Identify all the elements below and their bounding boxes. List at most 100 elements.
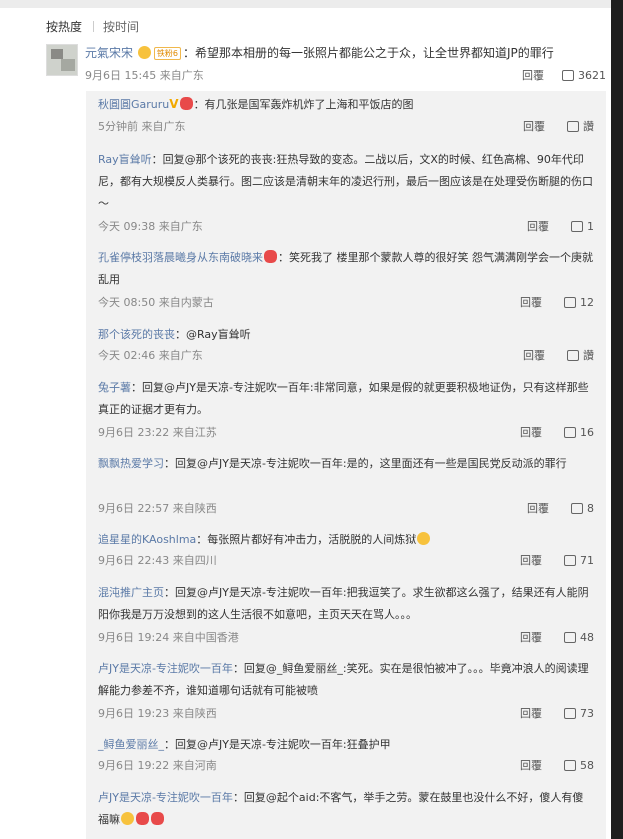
- comment-page: 按热度 按时间 元氣宋宋 铁粉6 ：希望那本相册的每一张照片都能公之于众，让全世界都…: [0, 0, 611, 839]
- reply-meta: 9月6日 23:22 来自江苏: [98, 426, 217, 439]
- reply-button[interactable]: 回覆: [527, 220, 549, 233]
- reply-button[interactable]: 回覆: [520, 296, 542, 309]
- reply-actions: 回覆 73: [520, 703, 594, 725]
- reply-meta: 9月6日 22:57 来自陕西: [98, 502, 217, 515]
- reply-actions: 回覆 48: [520, 627, 594, 649]
- avatar[interactable]: [46, 44, 78, 76]
- rose-icon: [136, 812, 149, 825]
- like-count[interactable]: 讚: [583, 120, 594, 133]
- list-item: 兔子薯：回复@卢JY是天凉-专注妮吹一百年:非常同意，如果是假的就更要积极地证伪…: [98, 377, 594, 439]
- like-count[interactable]: 48: [580, 631, 594, 644]
- reply-button[interactable]: 回覆: [523, 349, 545, 362]
- username[interactable]: 飘飘热爱学习: [98, 457, 164, 470]
- username[interactable]: 元氣宋宋: [85, 46, 133, 60]
- list-item: 那个该死的丧丧：@Ray盲耸听 今天 02:46 来自广东 回覆 讚: [98, 324, 594, 362]
- comment-text: 元氣宋宋 铁粉6 ：希望那本相册的每一张照片都能公之于众，让全世界都知道JP的罪行: [85, 45, 605, 61]
- reply-button[interactable]: 回覆: [523, 120, 545, 133]
- reply-meta: 今天 02:46 来自广东: [98, 349, 203, 362]
- username[interactable]: 追星星的KAoshlma: [98, 533, 196, 546]
- username[interactable]: 兔子薯: [98, 381, 131, 394]
- top-comment: 元氣宋宋 铁粉6 ：希望那本相册的每一张照片都能公之于众，让全世界都知道JP的罪行…: [46, 44, 606, 84]
- reply-meta: 9月6日 19:24 来自中国香港: [98, 631, 239, 644]
- reply-text: ：回复@卢JY是天凉-专注妮吹一百年:狂叠护甲: [164, 738, 391, 751]
- username[interactable]: 那个该死的丧丧: [98, 328, 175, 341]
- like-icon[interactable]: [567, 350, 579, 361]
- sort-divider: [93, 21, 95, 32]
- username[interactable]: 秋圓圓Garuru: [98, 98, 169, 111]
- reply-button[interactable]: 回覆: [520, 631, 542, 644]
- reply-meta: 9月6日 22:43 来自四川: [98, 554, 217, 567]
- username[interactable]: 卢JY是天凉-专注妮吹一百年: [98, 791, 233, 804]
- like-icon[interactable]: [571, 503, 583, 514]
- list-item: _鲟鱼爱丽丝_：回复@卢JY是天凉-专注妮吹一百年:狂叠护甲 9月6日 19:2…: [98, 734, 594, 772]
- list-item: 追星星的KAoshlma：每张照片都好有冲击力，活脱脱的人间炼狱 9月6日 22…: [98, 529, 594, 567]
- list-item: 秋圓圓GaruruV ：有几张是国军轰炸机炸了上海和平饭店的图 5分钟前 来自广东…: [98, 93, 594, 133]
- list-item: 孔雀停枝羽落晨曦身从东南破晓来 ：笑死我了 楼里那个蒙款人尊的很好笑 怨气满满刚学…: [98, 247, 594, 309]
- reply-actions: 回覆 16: [520, 422, 594, 444]
- like-icon[interactable]: [567, 121, 579, 132]
- reply-button[interactable]: 回覆: [520, 426, 542, 439]
- list-item: 混沌推广主页：回复@卢JY是天凉-专注妮吹一百年:把我逗笑了。求生欲都这么强了，…: [98, 582, 594, 644]
- like-count[interactable]: 73: [580, 707, 594, 720]
- list-item: 卢JY是天凉-专注妮吹一百年：回复@_鲟鱼爱丽丝_:笑死。实在是很怕被冲了。。。…: [98, 658, 594, 720]
- username[interactable]: Ray盲耸听: [98, 153, 152, 166]
- reply-actions: 回覆 12: [520, 292, 594, 314]
- username[interactable]: 卢JY是天凉-专注妮吹一百年: [98, 662, 233, 675]
- reply-meta: 5分钟前 来自广东: [98, 120, 186, 133]
- reply-actions: 回覆 讚: [523, 116, 594, 138]
- reply-text: ：回复@卢JY是天凉-专注妮吹一百年:把我逗笑了。求生欲都这么强了，结果还有人能…: [98, 586, 589, 621]
- fan-badge-icon: [137, 46, 151, 59]
- reply-text: ：有几张是国军轰炸机炸了上海和平饭店的图: [193, 98, 414, 111]
- reply-text: ：回复@那个该死的丧丧:狂热导致的变态。二战以后，文X的时候、红色高棉、90年代…: [98, 153, 593, 210]
- reply-actions: 回覆 讚: [523, 345, 594, 367]
- like-icon[interactable]: [571, 221, 583, 232]
- badge-icon: [179, 97, 193, 110]
- reply-actions: 回覆 1: [527, 216, 594, 238]
- emoji-icon: [121, 812, 134, 825]
- reply-button[interactable]: 回覆: [520, 707, 542, 720]
- sort-by-hot[interactable]: 按热度: [46, 20, 82, 34]
- reply-actions: 回覆 71: [520, 550, 594, 572]
- sort-bar: 按热度 按时间: [46, 18, 139, 35]
- fan-badge: 铁粉6: [153, 47, 181, 60]
- like-count[interactable]: 71: [580, 554, 594, 567]
- comment-meta: 9月6日 15:45 来自广东: [85, 69, 204, 82]
- reply-meta: 9月6日 19:23 来自陕西: [98, 707, 217, 720]
- like-count[interactable]: 58: [580, 759, 594, 772]
- like-count[interactable]: 12: [580, 296, 594, 309]
- username[interactable]: 混沌推广主页: [98, 586, 164, 599]
- like-icon[interactable]: [564, 760, 576, 771]
- reply-button[interactable]: 回覆: [520, 759, 542, 772]
- like-count[interactable]: 8: [587, 502, 594, 515]
- like-icon[interactable]: [564, 555, 576, 566]
- reply-meta: 9月6日 19:22 来自河南: [98, 759, 217, 772]
- emoji-icon: [417, 532, 431, 545]
- username[interactable]: 孔雀停枝羽落晨曦身从东南破晓来: [98, 251, 263, 264]
- badge-icon: [264, 250, 277, 263]
- reply-actions: 回覆 58: [520, 755, 594, 777]
- reply-actions: 回覆 8: [527, 498, 594, 520]
- like-icon[interactable]: [564, 427, 576, 438]
- comment-actions: 回覆 3621: [522, 67, 606, 83]
- like-count[interactable]: 16: [580, 426, 594, 439]
- like-icon[interactable]: [564, 297, 576, 308]
- reply-meta: 今天 08:50 来自内蒙古: [98, 296, 214, 309]
- reply-list: 秋圓圓GaruruV ：有几张是国军轰炸机炸了上海和平饭店的图 5分钟前 来自广东…: [86, 91, 606, 839]
- top-edge: [0, 0, 611, 8]
- like-icon[interactable]: [562, 70, 574, 81]
- like-count[interactable]: 1: [587, 220, 594, 233]
- reply-button[interactable]: 回覆: [527, 502, 549, 515]
- like-count[interactable]: 讚: [583, 349, 594, 362]
- list-item: Ray盲耸听：回复@那个该死的丧丧:狂热导致的变态。二战以后，文X的时候、红色高…: [98, 149, 594, 233]
- like-icon[interactable]: [564, 632, 576, 643]
- reply-text: ：每张照片都好有冲击力，活脱脱的人间炼狱: [196, 533, 417, 546]
- verified-icon: V: [169, 97, 179, 111]
- like-count[interactable]: 3621: [578, 69, 606, 82]
- list-item: 卢JY是天凉-专注妮吹一百年：回复@起个aid:不客气，举手之劳。蒙在鼓里也没什…: [98, 787, 594, 831]
- like-icon[interactable]: [564, 708, 576, 719]
- heart-icon: [151, 812, 164, 825]
- sort-by-time[interactable]: 按时间: [103, 20, 139, 34]
- reply-button[interactable]: 回覆: [520, 554, 542, 567]
- username[interactable]: _鲟鱼爱丽丝_: [98, 738, 164, 751]
- reply-button[interactable]: 回覆: [522, 69, 544, 82]
